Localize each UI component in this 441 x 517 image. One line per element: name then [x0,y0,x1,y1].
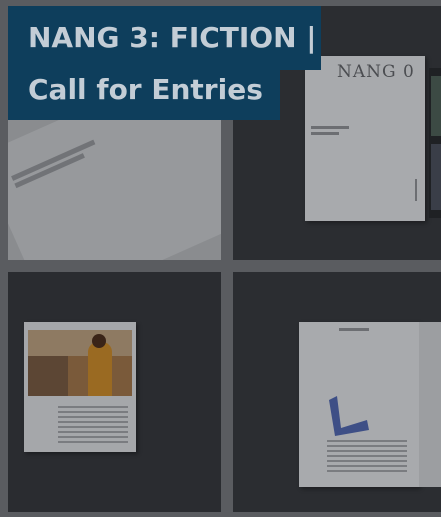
post-card[interactable]: NANG 0 NANG 3: FICTION | Call for Entrie… [0,0,441,517]
cover-caption-line [311,132,339,135]
image-tile-bottom-left [8,272,221,512]
facing-page [419,322,441,487]
post-title[interactable]: NANG 3: FICTION | Call for Entries [8,6,321,120]
adjacent-photo [431,144,441,210]
chevron-graphic-icon [329,396,369,436]
cover-spine-text [415,179,417,201]
image-tile-bottom-right [233,272,441,512]
magazine-cover: NANG 0 [305,56,425,221]
adjacent-photo [431,76,441,136]
photo-sky [28,330,132,356]
title-line-2: Call for Entries [8,70,280,120]
page-photo [28,330,132,396]
cover-title: NANG 0 [337,62,415,82]
magazine-page [24,322,136,452]
photo-figure-head [92,334,106,348]
page-body-text [58,406,128,446]
page-header-text [339,328,369,331]
cover-caption-line [311,126,349,129]
page-body-text [327,440,407,474]
magazine-spread [299,322,441,487]
title-line-1: NANG 3: FICTION | [8,6,321,70]
page-text-line [11,139,96,181]
photo-background [28,356,68,396]
photo-figure [88,342,112,396]
